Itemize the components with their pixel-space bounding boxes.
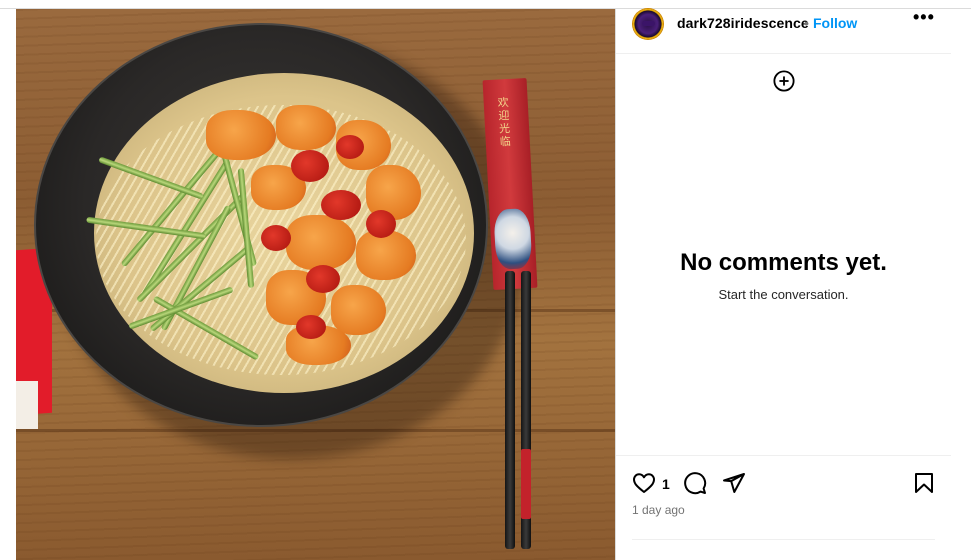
egg-piece	[206, 110, 276, 160]
heart-icon[interactable]	[632, 471, 656, 495]
comments-panel: dark728iridescence • Follow ••• No comme…	[615, 7, 952, 560]
egg-piece	[356, 230, 416, 280]
noodle-bowl	[34, 23, 488, 427]
tomato-piece	[291, 150, 329, 182]
post-header: dark728iridescence • Follow •••	[616, 7, 951, 54]
avatar[interactable]	[633, 9, 663, 39]
left-margin	[0, 9, 16, 560]
tomato-piece	[366, 210, 396, 238]
send-icon[interactable]	[722, 471, 746, 495]
chopstick	[505, 271, 515, 549]
empty-comments-subtitle: Start the conversation.	[718, 287, 849, 302]
sleeve-text: 欢迎光临	[497, 96, 512, 149]
username-link[interactable]: dark728iridescence	[677, 15, 809, 31]
post-timestamp[interactable]: 1 day ago	[632, 503, 685, 517]
tomato-piece	[336, 135, 364, 159]
empty-comments-title: No comments yet.	[680, 249, 887, 276]
menu-card-corner	[16, 381, 38, 429]
like-count[interactable]: 1	[662, 476, 670, 492]
tomato-piece	[321, 190, 361, 220]
separator-dot: •	[804, 15, 809, 31]
post-photo[interactable]: 欢迎光临	[16, 9, 615, 560]
egg-piece	[276, 105, 336, 150]
comment-icon[interactable]	[683, 471, 707, 495]
tomato-piece	[261, 225, 291, 251]
bottom-divider	[632, 539, 935, 540]
actions-divider	[616, 455, 951, 456]
chopstick-label	[521, 449, 531, 519]
tomato-piece	[306, 265, 340, 293]
chopstick	[521, 271, 531, 549]
egg-piece	[286, 215, 356, 270]
tomato-piece	[296, 315, 326, 339]
bookmark-icon[interactable]	[912, 471, 936, 495]
egg-piece	[331, 285, 386, 335]
opera-mask-art	[493, 208, 533, 270]
follow-button[interactable]: Follow	[813, 15, 857, 31]
plus-circle-icon[interactable]	[773, 70, 795, 92]
more-horizontal-icon[interactable]: •••	[913, 7, 935, 28]
avatar-graphic	[642, 21, 655, 26]
right-margin	[951, 9, 971, 560]
